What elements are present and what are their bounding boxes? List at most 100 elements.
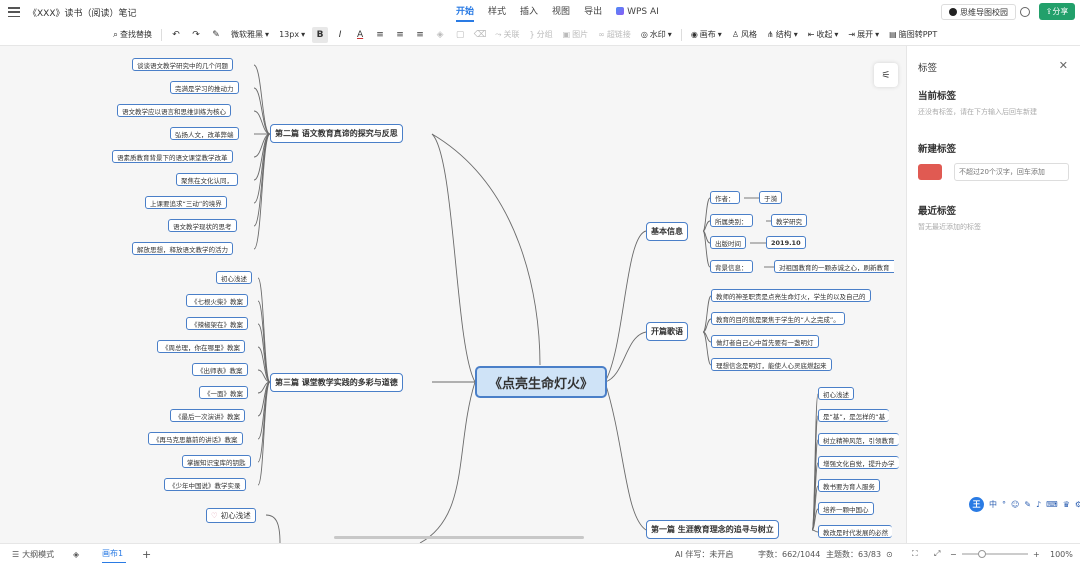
cloud-sync-icon[interactable] <box>1020 7 1030 17</box>
ime-emoji-icon[interactable]: ☺ <box>1011 500 1019 509</box>
info-label[interactable]: 背景信息： <box>710 260 753 273</box>
tab-start[interactable]: 开始 <box>456 0 475 24</box>
mindmap-node[interactable]: 《最后一次演讲》教案 <box>170 409 245 422</box>
to-ppt-button[interactable]: ▤ 脑图转PPT <box>886 26 940 44</box>
info-label[interactable]: 作者： <box>710 191 740 204</box>
border-icon[interactable]: ▢ <box>452 27 468 43</box>
document-title[interactable]: 《XXX》读书（阅读）笔记 <box>28 6 137 19</box>
canvas-button[interactable]: ◉ 画布 ▾ <box>688 26 725 44</box>
share-button[interactable]: ⇪ 分享 <box>1039 3 1075 20</box>
hamburger-menu-icon[interactable] <box>8 7 20 17</box>
locate-icon[interactable]: ⊙ <box>886 544 893 563</box>
bold-icon[interactable]: B <box>312 26 329 43</box>
mindmap-node[interactable]: 完满是学习的推动力 <box>170 81 239 94</box>
zoom-slider[interactable] <box>962 550 1028 558</box>
mindmap-node[interactable]: 增强文化自觉，提升办学 <box>818 456 899 469</box>
horizontal-scrollbar[interactable] <box>334 536 584 539</box>
layers-icon[interactable]: ◈ <box>73 544 79 563</box>
mindmap-node[interactable]: 教改是时代发展的必然 <box>818 525 892 538</box>
zoom-out-icon[interactable]: − <box>950 544 957 563</box>
section-node-opening[interactable]: 开篇歌语 <box>646 322 688 341</box>
clear-format-icon[interactable]: ⌫ <box>472 27 488 43</box>
info-value[interactable]: 2019.10 <box>766 236 806 249</box>
mindmap-node[interactable]: 《一面》教案 <box>199 386 248 399</box>
font-color-icon[interactable]: A <box>352 27 368 43</box>
font-family-select[interactable]: 微软雅黑 ▾ <box>228 26 272 44</box>
hyperlink-button[interactable]: ∞ 超链接 <box>595 26 634 44</box>
canvas-tab[interactable]: 画布1 <box>102 544 127 563</box>
mindmap-node[interactable]: 聚焦在文化认同， <box>176 173 238 186</box>
mindmap-node[interactable]: 《出师表》教案 <box>192 363 248 376</box>
mindmap-node[interactable]: 理想信念是明灯，能使人心灵底燃起来 <box>711 358 832 371</box>
mindmap-node[interactable]: 培养一颗中国心 <box>818 502 874 515</box>
mindmap-node[interactable]: 解放思想，释放语文教学的活力 <box>132 242 233 255</box>
mindmap-node[interactable]: 做灯者自己心中首先要有一盏明灯 <box>711 335 819 348</box>
align-right-icon[interactable]: ≡ <box>412 27 428 43</box>
zoom-slider-knob[interactable] <box>977 550 986 558</box>
section-node-s3[interactable]: 第三篇 课堂教学实践的多彩与道德 <box>270 373 403 392</box>
new-tag-input[interactable] <box>954 163 1069 181</box>
tab-view[interactable]: 视图 <box>552 0 570 24</box>
tag-color-swatch[interactable] <box>918 164 942 180</box>
tab-style[interactable]: 样式 <box>488 0 506 24</box>
mindmap-node[interactable]: 语素质教育背景下的语文课堂教学改革 <box>112 150 233 163</box>
undo-icon[interactable]: ↶ <box>168 27 184 43</box>
format-painter-icon[interactable]: ✎ <box>208 27 224 43</box>
mindmap-node[interactable]: 《七根火柴》教案 <box>186 294 248 307</box>
expand-button[interactable]: ⇥ 展开 ▾ <box>845 26 882 44</box>
ime-logo-icon[interactable]: 王 <box>969 497 984 512</box>
ime-chinese-icon[interactable]: 中 <box>989 499 997 510</box>
mindmap-node[interactable]: 教师的神圣职责是点亮生命灯火，学生的以及自己的 <box>711 289 871 302</box>
close-icon[interactable]: ✕ <box>1059 59 1068 72</box>
add-canvas-icon[interactable]: + <box>142 544 151 563</box>
watermark-button[interactable]: ◎ 水印 ▾ <box>638 26 675 44</box>
fill-color-icon[interactable]: ◈ <box>432 27 448 43</box>
fit-screen-icon[interactable]: ⛶ <box>912 544 918 563</box>
mindmap-canvas[interactable]: 谈谈语文教学研究中的几个问题 完满是学习的推动力 语文教学应以语言和思维训练为核… <box>0 46 906 543</box>
info-label[interactable]: 所属类别： <box>710 214 753 227</box>
image-button[interactable]: ▣ 图片 <box>560 26 592 44</box>
align-center-icon[interactable]: ≡ <box>392 27 408 43</box>
collapse-button[interactable]: ⇤ 收起 ▾ <box>805 26 842 44</box>
mindmap-node[interactable]: 《再马克思墓前的讲话》教案 <box>148 432 243 445</box>
section-node-s2[interactable]: 第二篇 语文教育真谛的探究与反思 <box>270 124 403 143</box>
mindmap-node[interactable]: 弘扬人文，改革弊端 <box>170 127 239 140</box>
mindmap-node[interactable]: 语文教学应以语言和思维训练为核心 <box>117 104 231 117</box>
font-size-select[interactable]: 13px ▾ <box>276 26 308 44</box>
brand-button[interactable]: 思维导图校园 <box>941 4 1016 20</box>
panel-toggle-icon[interactable]: ⚟ <box>874 63 898 87</box>
align-left-icon[interactable]: ≡ <box>372 27 388 43</box>
mindmap-node[interactable]: 树立精神风范，引领教育 <box>818 433 899 446</box>
info-value[interactable]: 教学研究 <box>771 214 807 227</box>
ai-status[interactable]: AI 伴写：未开启 <box>675 544 733 563</box>
zoom-in-icon[interactable]: + <box>1033 544 1040 563</box>
ime-pen-icon[interactable]: ✎ <box>1024 500 1031 509</box>
mindmap-node[interactable]: 初心浅述 <box>216 271 252 284</box>
tab-insert[interactable]: 插入 <box>520 0 538 24</box>
mindmap-node[interactable]: 谈谈语文教学研究中的几个问题 <box>132 58 233 71</box>
section-node-basic[interactable]: 基本信息 <box>646 222 688 241</box>
info-label[interactable]: 出版时间 <box>710 236 746 249</box>
summary-button[interactable]: } 分组 <box>526 26 555 44</box>
tab-export[interactable]: 导出 <box>584 0 602 24</box>
mindmap-node[interactable]: 掌握知识宝库的钥匙 <box>182 455 251 468</box>
mindmap-node[interactable]: 是“基”，是怎样的“基 <box>818 409 890 422</box>
mindmap-node[interactable]: ♡ 初心浅述 <box>206 508 256 523</box>
ime-settings-icon[interactable]: ⚙ <box>1075 500 1080 509</box>
section-node-s1[interactable]: 第一篇 生涯教育理念的追寻与树立 <box>646 520 779 539</box>
redo-icon[interactable]: ↷ <box>188 27 204 43</box>
info-value[interactable]: 于漪 <box>759 191 782 204</box>
mindmap-node[interactable]: 《辣椒架在》教案 <box>186 317 248 330</box>
mindmap-node[interactable]: 教书要为育人服务 <box>818 479 880 492</box>
mindmap-node[interactable]: 《少年中国说》教学实录 <box>164 478 246 491</box>
mindmap-node[interactable]: 初心浅述 <box>818 387 854 400</box>
associate-button[interactable]: ⤳ 关联 <box>492 26 522 44</box>
outline-mode-button[interactable]: ☰ 大纲模式 <box>12 544 54 563</box>
ime-punctuation-icon[interactable]: ° <box>1002 500 1006 509</box>
structure-button[interactable]: ⋔ 结构 ▾ <box>764 26 801 44</box>
mindmap-node[interactable]: 《周总理，你在哪里》教案 <box>157 340 245 353</box>
mindmap-node[interactable]: 教育的目的就是聚焦于学生的“人之完成”。 <box>711 312 845 325</box>
ime-keyboard-icon[interactable]: ⌨ <box>1046 500 1058 509</box>
fullscreen-icon[interactable]: ⤢ <box>934 544 940 563</box>
info-value[interactable]: 对祖国教育的一颗赤诚之心，刷新教育 <box>774 260 894 273</box>
